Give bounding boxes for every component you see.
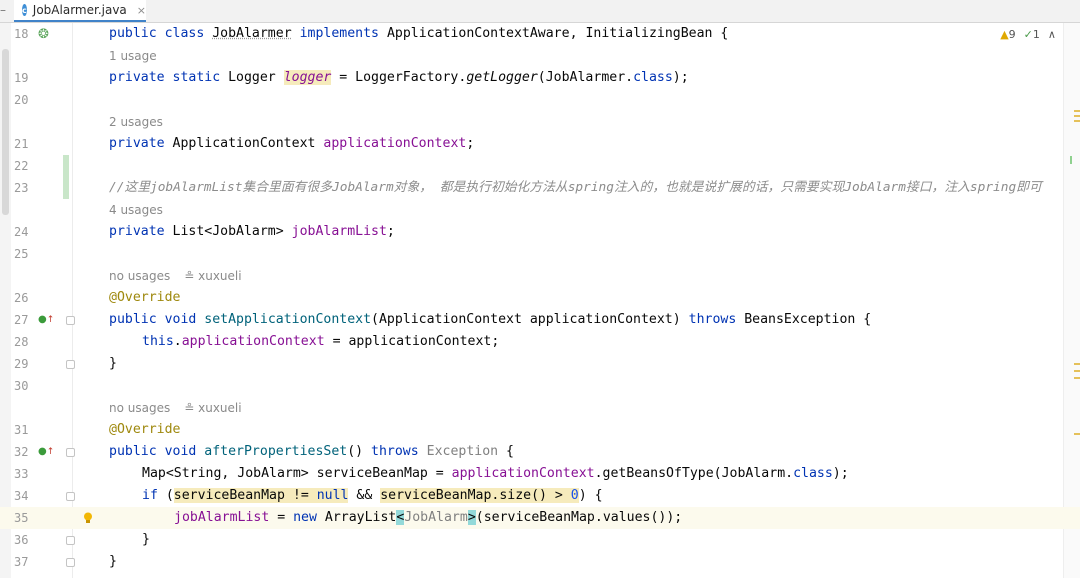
java-class-icon: c (22, 4, 27, 16)
line-number: 19 (14, 71, 29, 85)
code-line-23[interactable]: 23 //这里jobAlarmList集合里面有很多JobAlarm对象， 都是… (0, 177, 1080, 199)
warning-highlight: serviceBeanMap != null (173, 488, 349, 503)
code-line-35-current[interactable]: 35 jobAlarmList = new ArrayList<JobAlarm… (0, 507, 1080, 529)
code-line-21[interactable]: 21 private ApplicationContext applicatio… (0, 133, 1080, 155)
line-number: 30 (14, 379, 29, 393)
annotation: @Override (109, 422, 181, 437)
line-number: 29 (14, 357, 29, 371)
code-line-31[interactable]: 31 @Override (0, 419, 1080, 441)
closing-brace: } (142, 532, 150, 547)
author-name: xuxueli (198, 401, 242, 415)
usages-hint[interactable]: 4 usages (109, 199, 163, 221)
tab-jobalarmer-java[interactable]: c JobAlarmer.java × (14, 0, 146, 22)
author-icon: ≗ (184, 401, 199, 415)
line-number: 35 (14, 511, 29, 525)
author-name: xuxueli (198, 269, 242, 283)
line-number: 37 (14, 555, 29, 569)
code-line-18[interactable]: 18 ❂ public class JobAlarmer implements … (0, 23, 1080, 45)
tab-scroll-left-icon[interactable]: – (0, 3, 8, 19)
assignment-statement: jobAlarmList = new ArrayList<JobAlarm>(s… (174, 510, 683, 525)
code-line-32[interactable]: 32 ●↑ public void afterPropertiesSet() t… (0, 441, 1080, 463)
tab-label: JobAlarmer.java (32, 3, 127, 17)
method-signature: public void setApplicationContext(Applic… (109, 312, 872, 327)
line-number: 31 (14, 423, 29, 437)
code-line-30[interactable]: 30 (0, 375, 1080, 397)
usage-hint-line[interactable]: 4 usages (0, 199, 1080, 221)
usage-hint-line[interactable]: no usages ≗ xuxueli (0, 397, 1080, 419)
implements-method-icon[interactable]: ●↑ (38, 446, 54, 457)
assignment-statement: this.applicationContext = applicationCon… (142, 334, 500, 349)
code-line-19[interactable]: 19 private static Logger logger = Logger… (0, 67, 1080, 89)
line-number: 36 (14, 533, 29, 547)
editor-tab-bar: – c JobAlarmer.java × (0, 0, 1080, 23)
fold-icon[interactable] (66, 448, 75, 457)
list-field-declaration: private List<JobAlarm> jobAlarmList; (109, 224, 395, 239)
fold-icon[interactable] (66, 316, 75, 325)
usages-hint[interactable]: 2 usages (109, 111, 163, 133)
line-number: 28 (14, 335, 29, 349)
usage-hint-line[interactable]: 2 usages (0, 111, 1080, 133)
code-line-24[interactable]: 24 private List<JobAlarm> jobAlarmList; (0, 221, 1080, 243)
line-number: 27 (14, 313, 29, 327)
usage-hint-line[interactable]: 1 usage (0, 45, 1080, 67)
line-number: 26 (14, 291, 29, 305)
logger-field-declaration: private static Logger logger = LoggerFac… (109, 70, 689, 85)
code-line-28[interactable]: 28 this.applicationContext = application… (0, 331, 1080, 353)
close-tab-icon[interactable]: × (137, 4, 146, 17)
comment: //这里jobAlarmList集合里面有很多JobAlarm对象， 都是执行初… (109, 180, 1042, 195)
line-number: 33 (14, 467, 29, 481)
line-number: 25 (14, 247, 29, 261)
code-line-20[interactable]: 20 (0, 89, 1080, 111)
lightbulb-icon[interactable] (83, 512, 93, 524)
annotation: @Override (109, 290, 181, 305)
code-line-36[interactable]: 36 } (0, 529, 1080, 551)
usages-hint[interactable]: 1 usage (109, 45, 157, 67)
line-number: 23 (14, 181, 29, 195)
code-line-22[interactable]: 22 (0, 155, 1080, 177)
closing-brace: } (109, 554, 117, 569)
author-icon: ≗ (184, 269, 199, 283)
line-number: 34 (14, 489, 29, 503)
code-line-29[interactable]: 29 } (0, 353, 1080, 375)
code-line-34[interactable]: 34 if (serviceBeanMap != null && service… (0, 485, 1080, 507)
line-number: 32 (14, 445, 29, 459)
variable-declaration: Map<String, JobAlarm> serviceBeanMap = a… (142, 466, 849, 481)
usage-hint-line[interactable]: no usages ≗ xuxueli (0, 265, 1080, 287)
code-line-27[interactable]: 27 ●↑ public void setApplicationContext(… (0, 309, 1080, 331)
usages-author-hint[interactable]: no usages ≗ xuxueli (109, 265, 242, 287)
context-field-declaration: private ApplicationContext applicationCo… (109, 136, 475, 151)
line-number: 24 (14, 225, 29, 239)
code-line-37[interactable]: 37 } (0, 551, 1080, 573)
implements-method-icon[interactable]: ●↑ (38, 314, 54, 325)
code-line-26[interactable]: 26 @Override (0, 287, 1080, 309)
line-number: 20 (14, 93, 29, 107)
line-number: 18 (14, 27, 29, 41)
warning-highlight: serviceBeanMap.size() > 0 (380, 488, 579, 503)
spring-bean-icon[interactable]: ❂ (38, 27, 49, 42)
if-statement: if (serviceBeanMap != null && serviceBea… (142, 488, 603, 503)
closing-brace: } (109, 356, 117, 371)
code-line-25[interactable]: 25 (0, 243, 1080, 265)
class-declaration: public class JobAlarmer implements Appli… (109, 26, 729, 41)
fold-end-icon[interactable] (66, 536, 75, 545)
method-signature: public void afterPropertiesSet() throws … (109, 444, 514, 459)
code-line-33[interactable]: 33 Map<String, JobAlarm> serviceBeanMap … (0, 463, 1080, 485)
line-number: 22 (14, 159, 29, 173)
fold-end-icon[interactable] (66, 558, 75, 567)
usages-author-hint[interactable]: no usages ≗ xuxueli (109, 397, 242, 419)
line-number: 21 (14, 137, 29, 151)
fold-end-icon[interactable] (66, 360, 75, 369)
fold-icon[interactable] (66, 492, 75, 501)
